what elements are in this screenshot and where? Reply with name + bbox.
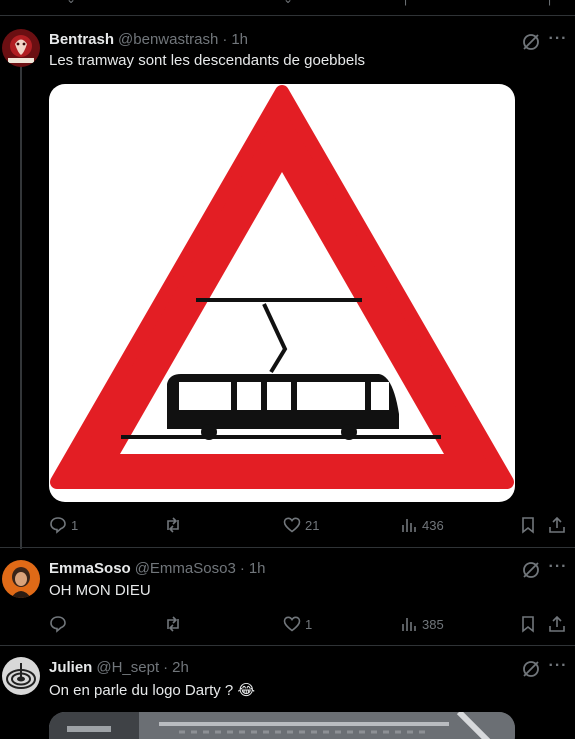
display-name[interactable]: EmmaSoso xyxy=(49,560,131,577)
avatar[interactable] xyxy=(2,657,40,695)
previous-share-icon[interactable]: | xyxy=(548,0,562,6)
tweet-bentrash[interactable]: Bentrash @benwastrash · 1h ··· Les tramw… xyxy=(0,17,575,554)
tweet-image-tram-sign[interactable] xyxy=(49,84,515,502)
tweet-text: OH MON DIEU xyxy=(49,582,151,599)
grok-icon[interactable] xyxy=(520,31,542,53)
avatar[interactable] xyxy=(2,560,40,598)
tweet-emmasoso[interactable]: EmmaSoso @EmmaSoso3 · 1h ··· OH MON DIEU… xyxy=(0,548,575,645)
like-icon xyxy=(283,517,301,533)
reply-button[interactable]: 1 xyxy=(49,515,78,535)
separator: · xyxy=(222,30,228,48)
tweet-header: Julien @H_sept · 2h xyxy=(49,657,189,677)
share-icon xyxy=(549,516,565,533)
previous-reply-icon[interactable]: ⌄ xyxy=(66,0,80,6)
repost-icon xyxy=(167,517,179,533)
like-count: 1 xyxy=(305,616,313,632)
timestamp[interactable]: 1h xyxy=(249,560,266,577)
share-button[interactable] xyxy=(548,614,566,634)
separator: · xyxy=(163,658,169,676)
bookmark-button[interactable] xyxy=(519,515,537,535)
display-name[interactable]: Bentrash xyxy=(49,31,114,48)
views-button[interactable]: 385 xyxy=(400,614,444,634)
more-icon[interactable]: ··· xyxy=(547,559,569,581)
tweet-text: Les tramway sont les descendants de goeb… xyxy=(49,52,366,69)
bookmark-icon xyxy=(522,517,534,534)
tweet-julien[interactable]: Julien @H_sept · 2h ··· On en parle du l… xyxy=(0,646,575,739)
tweet-actions: 1 21 436 xyxy=(49,515,569,535)
views-icon xyxy=(402,519,416,532)
reply-count: 1 xyxy=(71,517,79,533)
like-icon xyxy=(283,616,301,632)
previous-tweet-strip: ⌄ ⌄ | | xyxy=(0,0,575,16)
previous-like-icon[interactable]: ⌄ xyxy=(283,0,297,6)
separator: · xyxy=(239,559,245,577)
tweet-actions: 1 385 xyxy=(49,614,569,634)
more-icon[interactable]: ··· xyxy=(547,31,569,53)
user-handle[interactable]: @H_sept xyxy=(96,659,159,676)
views-count: 385 xyxy=(422,616,444,632)
views-count: 436 xyxy=(422,517,444,533)
tweet-header: EmmaSoso @EmmaSoso3 · 1h xyxy=(49,558,266,578)
reply-icon xyxy=(50,517,66,534)
like-count: 21 xyxy=(305,517,320,533)
views-icon xyxy=(402,618,416,631)
share-icon xyxy=(549,615,565,632)
grok-icon[interactable] xyxy=(520,559,542,581)
avatar[interactable] xyxy=(2,29,40,67)
like-button[interactable]: 21 xyxy=(283,515,319,535)
tweet-text: On en parle du logo Darty ? 😂 xyxy=(49,682,255,699)
bookmark-button[interactable] xyxy=(519,614,537,634)
bookmark-icon xyxy=(522,616,534,633)
repost-button[interactable] xyxy=(164,515,186,535)
tweet-image-photo[interactable] xyxy=(49,712,515,739)
grok-icon[interactable] xyxy=(520,658,542,680)
views-button[interactable]: 436 xyxy=(400,515,444,535)
share-button[interactable] xyxy=(548,515,566,535)
repost-icon xyxy=(167,616,179,632)
reply-icon xyxy=(50,616,66,633)
reply-button[interactable] xyxy=(49,614,71,634)
more-icon[interactable]: ··· xyxy=(547,658,569,680)
timestamp[interactable]: 2h xyxy=(172,659,189,676)
user-handle[interactable]: @EmmaSoso3 xyxy=(135,560,236,577)
timestamp[interactable]: 1h xyxy=(231,31,248,48)
display-name[interactable]: Julien xyxy=(49,659,92,676)
user-handle[interactable]: @benwastrash xyxy=(118,31,218,48)
previous-views-icon[interactable]: | xyxy=(404,0,418,6)
repost-button[interactable] xyxy=(164,614,186,634)
like-button[interactable]: 1 xyxy=(283,614,312,634)
tweet-header: Bentrash @benwastrash · 1h xyxy=(49,29,248,49)
thread-line xyxy=(20,65,22,549)
